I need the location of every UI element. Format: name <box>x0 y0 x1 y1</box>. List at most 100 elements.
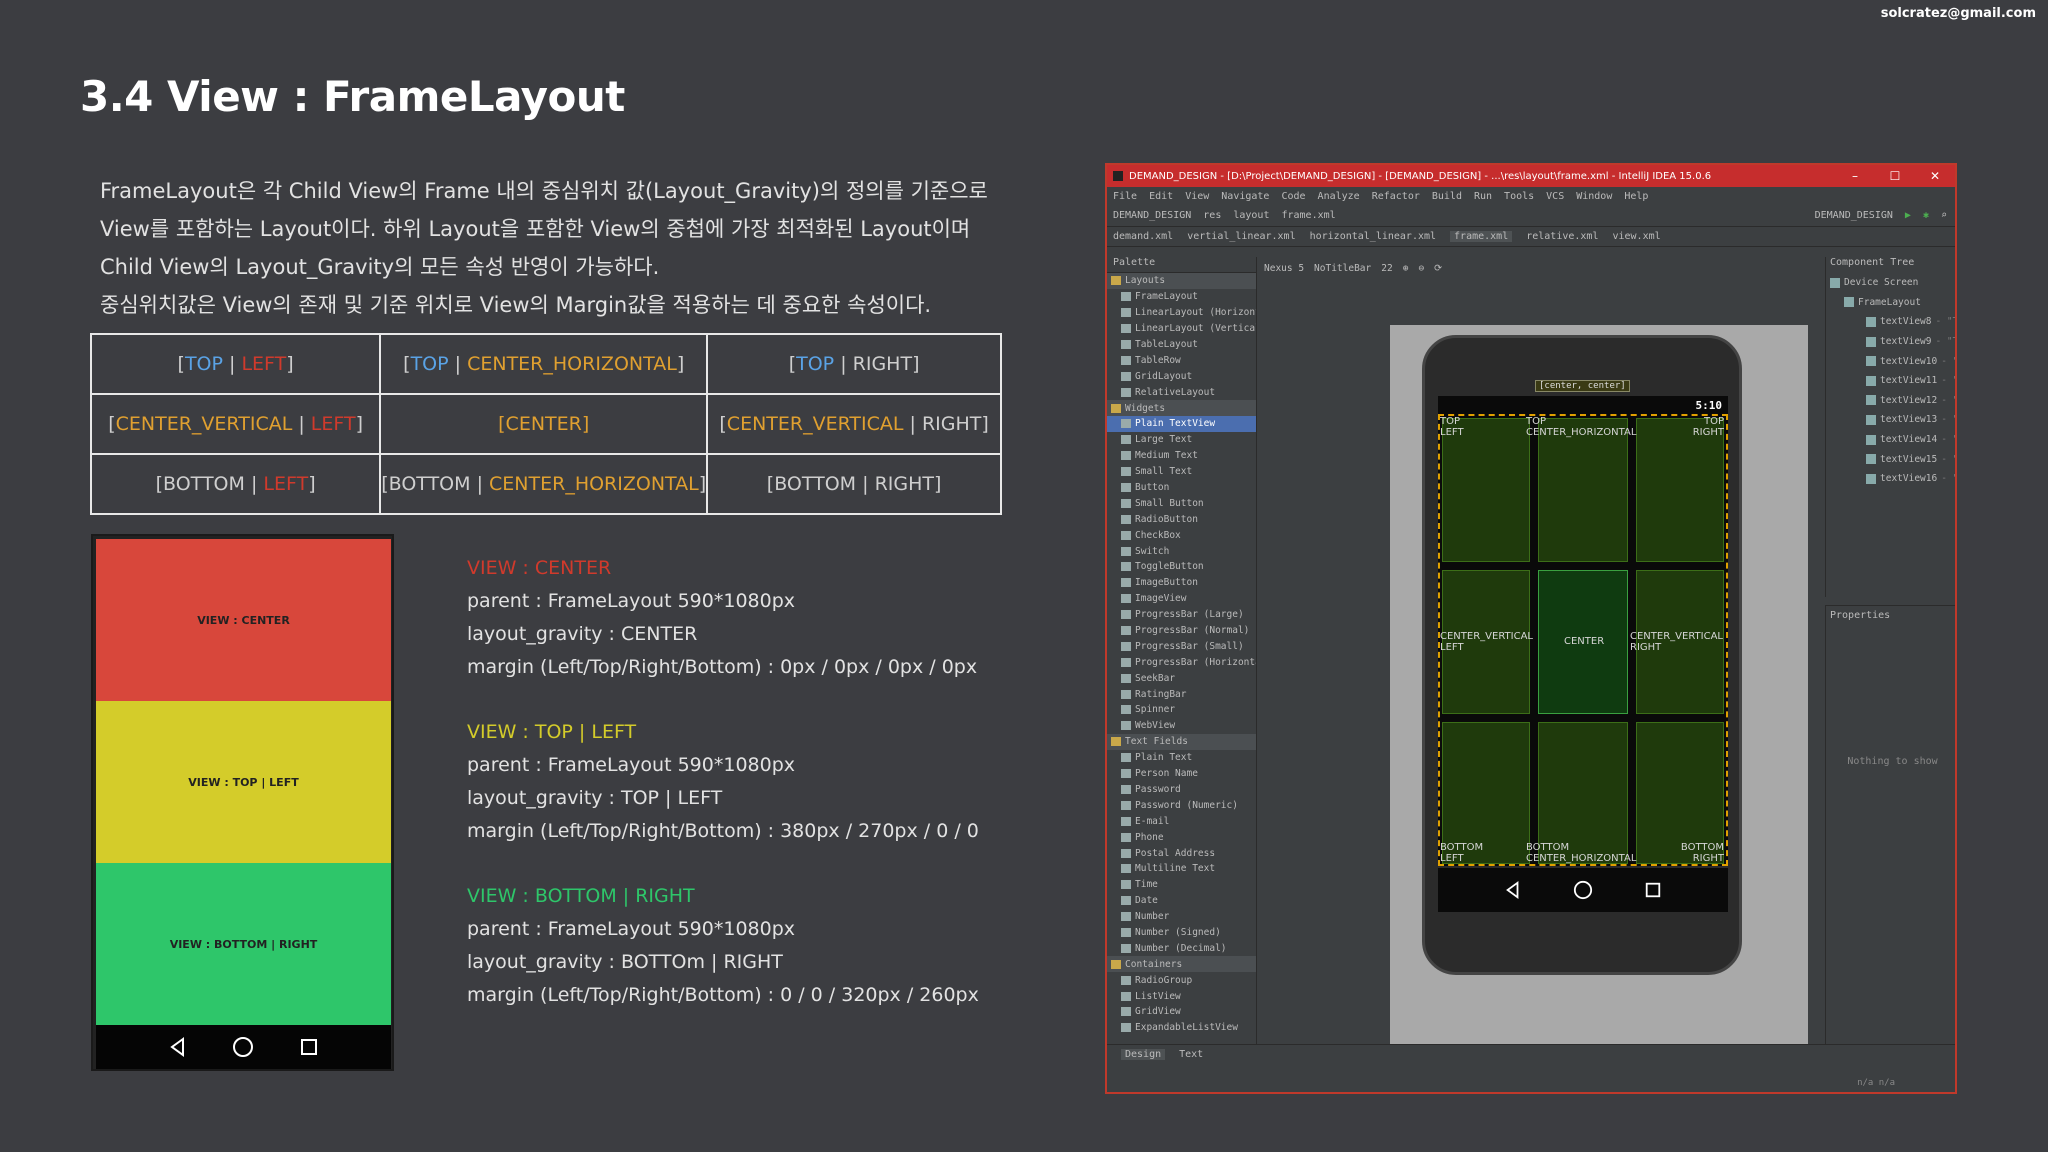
run-config-select[interactable]: DEMAND_DESIGN <box>1815 210 1893 221</box>
tree-node[interactable]: textView9- "TOP\nCENTER_HORIZONTAL" <box>1826 332 1955 352</box>
palette-item[interactable]: Password (Numeric) <box>1107 797 1256 813</box>
refresh-icon[interactable]: ⟳ <box>1434 263 1442 274</box>
device-select[interactable]: Nexus 5 <box>1264 263 1304 274</box>
editor-tab[interactable]: relative.xml <box>1526 231 1598 242</box>
back-icon[interactable] <box>1504 881 1522 899</box>
tree-node[interactable]: textView14- "BOTTOM\nLEFT" <box>1826 430 1955 450</box>
palette-item[interactable]: TableLayout <box>1107 337 1256 353</box>
palette-item[interactable]: FrameLayout <box>1107 289 1256 305</box>
palette-item[interactable]: Spinner <box>1107 702 1256 718</box>
editor-tab[interactable]: view.xml <box>1612 231 1660 242</box>
palette-item[interactable]: ListView <box>1107 988 1256 1004</box>
menu-item[interactable]: File <box>1113 191 1137 202</box>
editor-tab[interactable]: demand.xml <box>1113 231 1173 242</box>
palette-item[interactable]: ToggleButton <box>1107 559 1256 575</box>
palette-item[interactable]: ImageButton <box>1107 575 1256 591</box>
palette-item[interactable]: RelativeLayout <box>1107 384 1256 400</box>
palette-item[interactable]: RatingBar <box>1107 686 1256 702</box>
palette-item[interactable]: RadioButton <box>1107 511 1256 527</box>
palette-item[interactable]: GridView <box>1107 1004 1256 1020</box>
cell-tc[interactable] <box>1538 418 1628 562</box>
menu-item[interactable]: Refactor <box>1372 191 1420 202</box>
palette-item[interactable]: Small Button <box>1107 495 1256 511</box>
palette-item[interactable]: GridLayout <box>1107 368 1256 384</box>
palette-item[interactable]: RadioGroup <box>1107 972 1256 988</box>
menu-item[interactable]: Navigate <box>1221 191 1269 202</box>
recents-icon[interactable] <box>299 1037 319 1057</box>
menu-item[interactable]: Edit <box>1149 191 1173 202</box>
palette-item[interactable]: Button <box>1107 480 1256 496</box>
editor-tab[interactable]: horizontal_linear.xml <box>1310 231 1436 242</box>
tab-design[interactable]: Design <box>1121 1049 1166 1060</box>
palette-item[interactable]: WebView <box>1107 718 1256 734</box>
zoom-out-icon[interactable]: ⊖ <box>1418 263 1424 274</box>
tree-node[interactable]: FrameLayout <box>1826 293 1955 313</box>
palette-item[interactable]: Small Text <box>1107 464 1256 480</box>
menu-item[interactable]: Analyze <box>1318 191 1360 202</box>
home-icon[interactable] <box>232 1036 254 1058</box>
menu-item[interactable]: Window <box>1576 191 1612 202</box>
tree-node[interactable]: Device Screen <box>1826 273 1955 293</box>
breadcrumb-item[interactable]: frame.xml <box>1281 210 1335 221</box>
tree-node[interactable]: textView16- "BOTTOM\nRIGHT" <box>1826 469 1955 489</box>
palette-item[interactable]: Multiline Text <box>1107 861 1256 877</box>
theme-select[interactable]: NoTitleBar <box>1314 263 1371 274</box>
palette-item[interactable]: Large Text <box>1107 432 1256 448</box>
frame-layout[interactable]: TOP LEFT TOP CENTER_HORIZONTAL TOP RIGHT… <box>1438 414 1728 866</box>
menu-item[interactable]: Code <box>1281 191 1305 202</box>
palette-category[interactable]: Widgets <box>1107 400 1256 417</box>
breadcrumb-item[interactable]: DEMAND_DESIGN <box>1113 210 1191 221</box>
palette-item[interactable]: Number (Decimal) <box>1107 940 1256 956</box>
home-icon[interactable] <box>1573 880 1593 900</box>
menu-item[interactable]: VCS <box>1546 191 1564 202</box>
editor-tab[interactable]: vertial_linear.xml <box>1187 231 1295 242</box>
palette-item[interactable]: ExpandableListView <box>1107 1020 1256 1036</box>
palette-item[interactable]: Postal Address <box>1107 845 1256 861</box>
zoom-in-icon[interactable]: ⊕ <box>1403 263 1409 274</box>
tree-node[interactable]: textView11- "CENTER_VERTICAL\nRIGHT" <box>1826 371 1955 391</box>
palette-item[interactable]: Phone <box>1107 829 1256 845</box>
palette-item[interactable]: ProgressBar (Small) <box>1107 638 1256 654</box>
palette-item[interactable]: TableRow <box>1107 352 1256 368</box>
palette-item[interactable]: Date <box>1107 893 1256 909</box>
run-icon[interactable]: ▶ <box>1905 210 1911 221</box>
palette-item[interactable]: Password <box>1107 782 1256 798</box>
palette-item[interactable]: Number (Signed) <box>1107 925 1256 941</box>
palette-category[interactable]: Containers <box>1107 956 1256 973</box>
palette-item[interactable]: ImageView <box>1107 591 1256 607</box>
debug-icon[interactable]: ✱ <box>1923 210 1929 221</box>
palette-item[interactable]: ProgressBar (Large) <box>1107 607 1256 623</box>
tree-node[interactable]: textView13- "CENTER_VERTICAL\nLEFT" <box>1826 410 1955 430</box>
palette-item[interactable]: LinearLayout (Vertical <box>1107 321 1256 337</box>
tab-text[interactable]: Text <box>1175 1049 1207 1060</box>
palette-category[interactable]: Layouts <box>1107 273 1256 289</box>
palette-category[interactable]: Text Fields <box>1107 733 1256 750</box>
close-button[interactable]: ✕ <box>1915 169 1955 183</box>
menu-item[interactable]: Run <box>1474 191 1492 202</box>
palette-item[interactable]: ProgressBar (Horizonta <box>1107 654 1256 670</box>
tree-node[interactable]: textView8- "TOP\nLEFT" <box>1826 312 1955 332</box>
menu-item[interactable]: Tools <box>1504 191 1534 202</box>
palette-item[interactable]: E-mail <box>1107 813 1256 829</box>
palette-item[interactable]: SeekBar <box>1107 670 1256 686</box>
breadcrumb-item[interactable]: res <box>1203 210 1221 221</box>
minimize-button[interactable]: – <box>1835 169 1875 183</box>
palette-item[interactable]: Plain TextView <box>1107 416 1256 432</box>
palette-item[interactable]: LinearLayout (Horizont <box>1107 305 1256 321</box>
api-select[interactable]: 22 <box>1381 263 1392 274</box>
tree-node[interactable]: textView10- "TOP\nRIGHT" <box>1826 351 1955 371</box>
menu-item[interactable]: View <box>1185 191 1209 202</box>
back-icon[interactable] <box>168 1037 188 1057</box>
palette-item[interactable]: ProgressBar (Normal) <box>1107 623 1256 639</box>
cell-tr[interactable] <box>1636 418 1724 562</box>
palette-item[interactable]: Medium Text <box>1107 448 1256 464</box>
palette-item[interactable]: Number <box>1107 909 1256 925</box>
palette-item[interactable]: Switch <box>1107 543 1256 559</box>
maximize-button[interactable]: ☐ <box>1875 169 1915 183</box>
palette-item[interactable]: CheckBox <box>1107 527 1256 543</box>
editor-tab[interactable]: frame.xml <box>1450 231 1513 242</box>
search-icon[interactable]: ⌕ <box>1941 210 1947 221</box>
menu-item[interactable]: Help <box>1624 191 1648 202</box>
tree-node[interactable]: textView15- "BOTTOM\nCENTER_HORIZONTAL" <box>1826 449 1955 469</box>
palette-item[interactable]: Plain Text <box>1107 750 1256 766</box>
